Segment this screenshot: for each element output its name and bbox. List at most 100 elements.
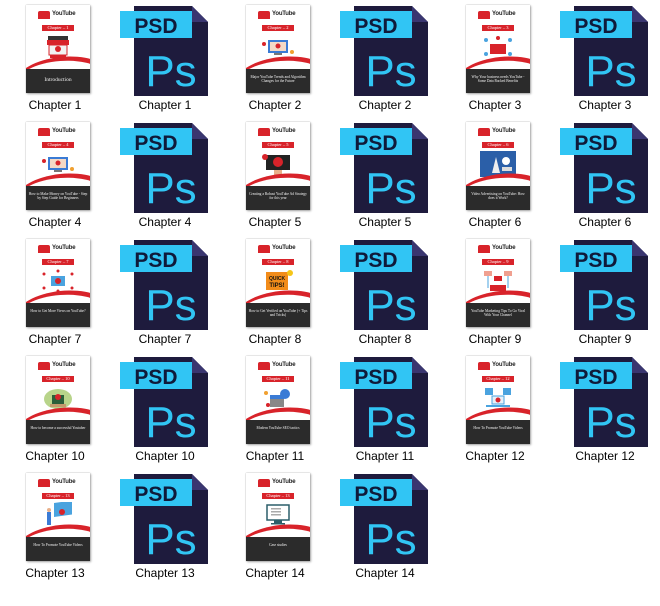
youtube-logo: YouTube xyxy=(258,245,298,254)
psd-file-item[interactable]: PSD Ps Chapter 10 xyxy=(110,351,220,468)
cover-brand: YouTube xyxy=(52,11,76,17)
file-name-label: Chapter 2 xyxy=(248,98,302,112)
cover-brand: YouTube xyxy=(52,362,76,368)
psd-file-item[interactable]: PSD Ps Chapter 9 xyxy=(550,234,660,351)
cover-brand: YouTube xyxy=(52,128,76,134)
image-file-item[interactable]: YouTube Chapter – 11 Modern YouTube SEO … xyxy=(220,351,330,468)
cover-chapter-banner: Chapter – 3 xyxy=(482,25,514,31)
ebook-cover-thumbnail: YouTube Chapter – 5 Creating a Robust Yo… xyxy=(246,122,310,210)
ebook-cover-thumbnail: YouTube Chapter – 13 How To Promote YouT… xyxy=(26,473,90,561)
ebook-cover-thumbnail: YouTube Chapter – 2 Major YouTube Trends… xyxy=(246,5,310,93)
image-file-item[interactable]: YouTube Chapter – 4 How to Make Money on… xyxy=(0,117,110,234)
file-name-label: Chapter 7 xyxy=(138,332,192,346)
psd-badge-text: PSD xyxy=(574,366,617,389)
psd-file-item[interactable]: PSD Ps Chapter 3 xyxy=(550,0,660,117)
ps-glyph: Ps xyxy=(365,398,416,447)
photoshop-psd-icon: PSD Ps xyxy=(120,6,208,96)
cover-brand: YouTube xyxy=(492,245,516,251)
file-name-label: Chapter 6 xyxy=(578,215,632,229)
photoshop-psd-icon: PSD Ps xyxy=(340,240,428,330)
photoshop-psd-icon: PSD Ps xyxy=(340,123,428,213)
ps-glyph: Ps xyxy=(585,47,636,96)
youtube-logo: YouTube xyxy=(258,11,298,20)
ebook-cover-thumbnail: YouTube Chapter – 9 YouTube Marketing Ti… xyxy=(466,239,530,327)
svg-text:QUICK: QUICK xyxy=(269,276,286,282)
cover-title: How to Make Money on YouTube - Step by S… xyxy=(28,192,88,201)
psd-file-item[interactable]: PSD Ps Chapter 13 xyxy=(110,468,220,585)
ebook-cover-thumbnail: YouTube Chapter – 11 Modern YouTube SEO … xyxy=(246,356,310,444)
cover-title: Case studies xyxy=(269,543,287,547)
ps-glyph: Ps xyxy=(365,47,416,96)
psd-file-item[interactable]: PSD Ps Chapter 12 xyxy=(550,351,660,468)
ebook-cover-thumbnail: YouTube Chapter – 6 Video Advertising on… xyxy=(466,122,530,210)
cover-title: How To Promote YouTube Videos xyxy=(33,543,83,547)
cover-brand: YouTube xyxy=(492,362,516,368)
image-file-item[interactable]: YouTube Chapter – 2 Major YouTube Trends… xyxy=(220,0,330,117)
ps-glyph: Ps xyxy=(365,281,416,330)
psd-file-item[interactable]: PSD Ps Chapter 8 xyxy=(330,234,440,351)
psd-file-item[interactable]: PSD Ps Chapter 1 xyxy=(110,0,220,117)
cover-title: YouTube Marketing Tips To Go Viral With … xyxy=(471,309,525,318)
cover-chapter-banner: Chapter – 7 xyxy=(42,259,74,265)
shop-icon xyxy=(38,11,50,19)
image-file-item[interactable]: YouTube Chapter – 9 YouTube Marketing Ti… xyxy=(440,234,550,351)
ps-glyph: Ps xyxy=(145,164,196,213)
psd-file-item[interactable]: PSD Ps Chapter 14 xyxy=(330,468,440,585)
photoshop-psd-icon: PSD Ps xyxy=(120,240,208,330)
image-file-item[interactable]: YouTube Chapter – 6 Video Advertising on… xyxy=(440,117,550,234)
image-file-item[interactable]: YouTube Chapter – 1 Introduction Chapter… xyxy=(0,0,110,117)
cover-title: How To Promote YouTube Videos xyxy=(473,426,523,430)
photoshop-psd-icon: PSD Ps xyxy=(340,474,428,564)
ps-glyph: Ps xyxy=(145,515,196,564)
file-name-label: Chapter 14 xyxy=(245,566,305,580)
image-file-item[interactable]: YouTube Chapter – 3 Why Your business ne… xyxy=(440,0,550,117)
file-name-label: Chapter 4 xyxy=(28,215,82,229)
shop-icon xyxy=(478,11,490,19)
cover-title: How to become a successful Youtuber xyxy=(30,426,86,430)
image-file-item[interactable]: YouTube Chapter – 7 How to Get More View… xyxy=(0,234,110,351)
youtube-logo: YouTube xyxy=(478,128,518,137)
file-name-label: Chapter 9 xyxy=(578,332,632,346)
image-file-item[interactable]: YouTube Chapter – 10 How to become a suc… xyxy=(0,351,110,468)
psd-file-item[interactable]: PSD Ps Chapter 11 xyxy=(330,351,440,468)
image-file-item[interactable]: YouTube Chapter – 13 Case studies Chapte… xyxy=(220,468,330,585)
photoshop-psd-icon: PSD Ps xyxy=(560,123,648,213)
cover-chapter-banner: Chapter – 4 xyxy=(42,142,74,148)
cover-title: Introduction xyxy=(44,77,72,83)
shop-icon xyxy=(38,245,50,253)
youtube-logo: YouTube xyxy=(478,362,518,371)
photoshop-psd-icon: PSD Ps xyxy=(560,357,648,447)
psd-badge-text: PSD xyxy=(354,249,397,272)
psd-file-item[interactable]: PSD Ps Chapter 7 xyxy=(110,234,220,351)
psd-file-item[interactable]: PSD Ps Chapter 2 xyxy=(330,0,440,117)
image-file-item[interactable]: YouTube Chapter – 8 QUICK TIPS! How to Ge… xyxy=(220,234,330,351)
youtube-logo: YouTube xyxy=(478,245,518,254)
shop-icon xyxy=(478,128,490,136)
image-file-item[interactable]: YouTube Chapter – 5 Creating a Robust Yo… xyxy=(220,117,330,234)
psd-file-item[interactable]: PSD Ps Chapter 5 xyxy=(330,117,440,234)
cover-chapter-banner: Chapter – 5 xyxy=(262,142,294,148)
cover-brand: YouTube xyxy=(52,245,76,251)
psd-file-item[interactable]: PSD Ps Chapter 6 xyxy=(550,117,660,234)
psd-file-item[interactable]: PSD Ps Chapter 4 xyxy=(110,117,220,234)
photoshop-psd-icon: PSD Ps xyxy=(340,357,428,447)
ebook-cover-thumbnail: YouTube Chapter – 4 How to Make Money on… xyxy=(26,122,90,210)
ps-glyph: Ps xyxy=(145,398,196,447)
file-name-label: Chapter 12 xyxy=(575,449,635,463)
ebook-cover-thumbnail: YouTube Chapter – 7 How to Get More View… xyxy=(26,239,90,327)
file-name-label: Chapter 11 xyxy=(245,449,305,463)
cover-brand: YouTube xyxy=(492,128,516,134)
photoshop-psd-icon: PSD Ps xyxy=(560,240,648,330)
image-file-item[interactable]: YouTube Chapter – 13 How To Promote YouT… xyxy=(0,468,110,585)
file-grid: YouTube Chapter – 1 Introduction Chapter… xyxy=(0,0,660,606)
psd-badge-text: PSD xyxy=(134,249,177,272)
file-name-label: Chapter 6 xyxy=(468,215,522,229)
file-name-label: Chapter 5 xyxy=(358,215,412,229)
file-name-label: Chapter 9 xyxy=(468,332,522,346)
image-file-item[interactable]: YouTube Chapter – 12 How To Promote YouT… xyxy=(440,351,550,468)
ebook-cover-thumbnail: YouTube Chapter – 3 Why Your business ne… xyxy=(466,5,530,93)
cover-chapter-banner: Chapter – 8 xyxy=(262,259,294,265)
ebook-cover-thumbnail: YouTube Chapter – 12 How To Promote YouT… xyxy=(466,356,530,444)
cover-brand: YouTube xyxy=(52,479,76,485)
shop-icon xyxy=(478,245,490,253)
